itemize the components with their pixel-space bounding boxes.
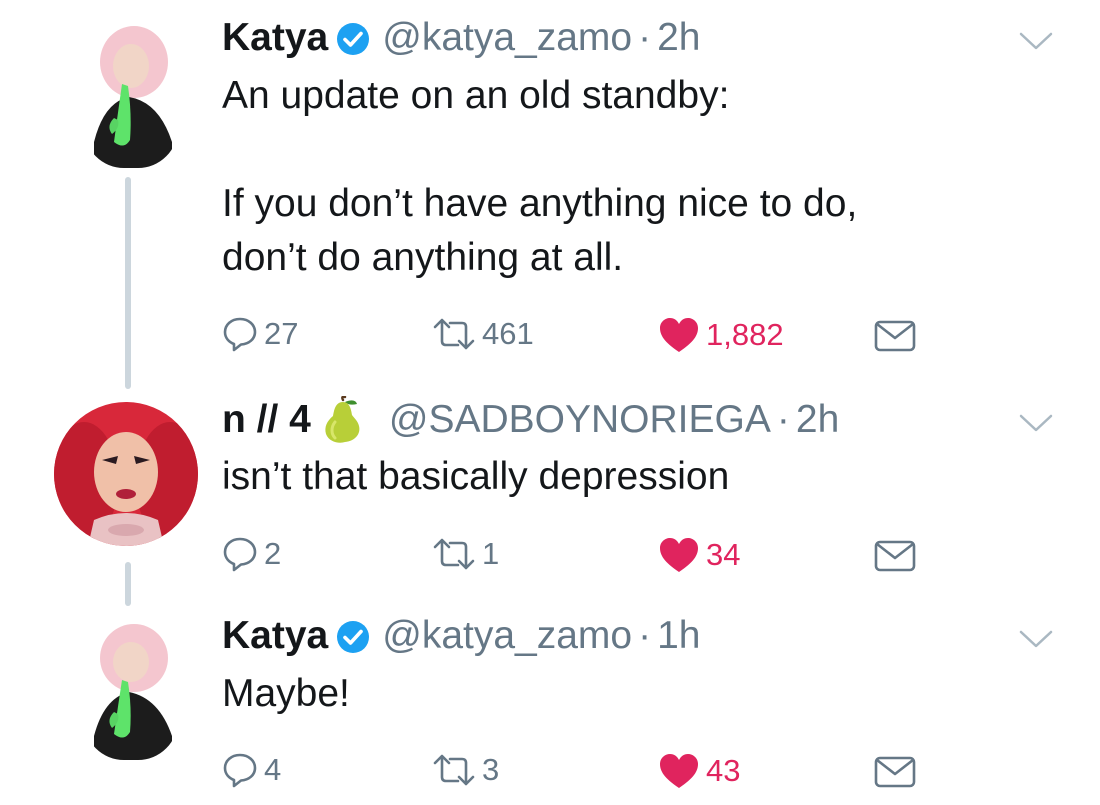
retweet-button[interactable]: 461 xyxy=(432,316,534,352)
dm-button[interactable] xyxy=(874,756,916,788)
retweet-button[interactable]: 3 xyxy=(432,752,499,788)
tweet-text: Maybe! xyxy=(222,672,350,715)
dm-button[interactable] xyxy=(874,320,916,352)
separator-dot: · xyxy=(638,16,652,59)
retweet-button[interactable]: 1 xyxy=(432,536,499,572)
like-button[interactable]: 1,882 xyxy=(658,316,784,354)
like-count: 43 xyxy=(706,753,741,788)
tweet-header: Katya @katya_zamo · 1h xyxy=(222,613,701,659)
reply-button[interactable]: 2 xyxy=(222,536,281,572)
dm-icon xyxy=(874,320,916,352)
separator-dot: · xyxy=(638,614,652,657)
retweet-icon xyxy=(432,317,476,351)
avatar[interactable] xyxy=(54,402,198,546)
timestamp[interactable]: 2h xyxy=(796,397,839,443)
display-name[interactable]: n // 4 xyxy=(222,397,311,443)
reply-icon xyxy=(222,536,258,572)
reply-icon xyxy=(222,316,258,352)
avatar[interactable] xyxy=(84,22,178,168)
tweet-header: n // 4 @SADBOYNORIEGA · 2h xyxy=(222,395,839,444)
retweet-icon xyxy=(432,753,476,787)
reply-button[interactable]: 4 xyxy=(222,752,281,788)
verified-badge-icon xyxy=(336,619,370,653)
reply-count: 2 xyxy=(264,536,282,571)
reply-button[interactable]: 27 xyxy=(222,316,298,352)
tweet-text: An update on an old standby: If you don’… xyxy=(222,74,858,279)
retweet-count: 3 xyxy=(482,752,500,787)
heart-icon xyxy=(658,536,700,574)
dm-icon xyxy=(874,756,916,788)
pear-emoji-icon xyxy=(321,395,365,444)
thread-line-2 xyxy=(125,562,131,606)
caret-down-icon[interactable] xyxy=(1018,412,1054,434)
timestamp[interactable]: 2h xyxy=(657,15,700,61)
heart-icon xyxy=(658,316,700,354)
display-name[interactable]: Katya xyxy=(222,15,328,61)
user-handle[interactable]: @katya_zamo xyxy=(382,613,632,659)
tweet-header: Katya @katya_zamo · 2h xyxy=(222,15,701,61)
caret-down-icon[interactable] xyxy=(1018,30,1054,52)
retweet-count: 461 xyxy=(482,316,534,351)
caret-down-icon[interactable] xyxy=(1018,628,1054,650)
like-count: 1,882 xyxy=(706,317,784,352)
display-name[interactable]: Katya xyxy=(222,613,328,659)
like-count: 34 xyxy=(706,537,741,572)
dm-icon xyxy=(874,540,916,572)
reply-count: 4 xyxy=(264,752,282,787)
reply-icon xyxy=(222,752,258,788)
reply-count: 27 xyxy=(264,316,299,351)
verified-badge-icon xyxy=(336,21,370,55)
timestamp[interactable]: 1h xyxy=(657,613,700,659)
separator-dot: · xyxy=(776,398,790,441)
retweet-icon xyxy=(432,537,476,571)
avatar[interactable] xyxy=(84,620,178,760)
user-handle[interactable]: @SADBOYNORIEGA xyxy=(389,397,771,443)
like-button[interactable]: 34 xyxy=(658,536,740,574)
thread-line-1 xyxy=(125,177,131,389)
heart-icon xyxy=(658,752,700,790)
dm-button[interactable] xyxy=(874,540,916,572)
user-handle[interactable]: @katya_zamo xyxy=(382,15,632,61)
like-button[interactable]: 43 xyxy=(658,752,740,790)
tweet-text: isn’t that basically depression xyxy=(222,455,730,498)
retweet-count: 1 xyxy=(482,536,500,571)
